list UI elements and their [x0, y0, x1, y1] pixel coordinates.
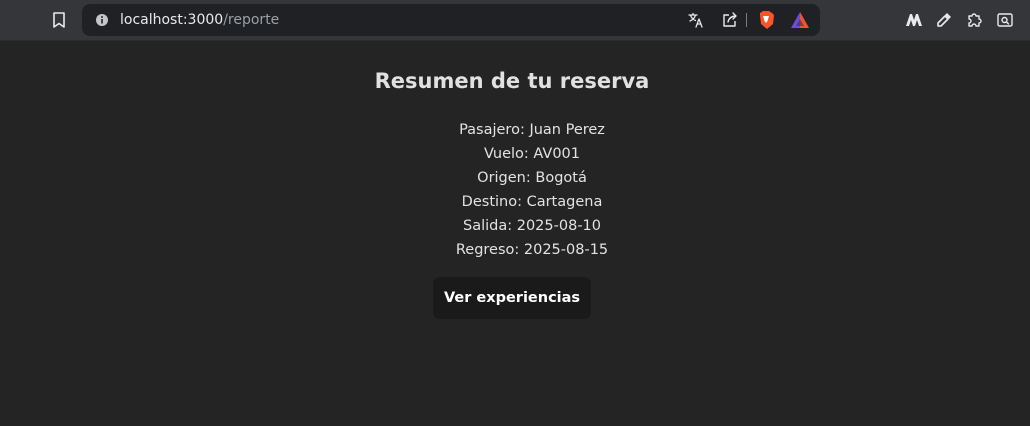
brave-rewards-icon[interactable] — [788, 8, 812, 32]
reservation-details: Pasajero: Juan Perez Vuelo: AV001 Origen… — [0, 118, 1030, 262]
flight-line: Vuelo: AV001 — [483, 146, 581, 162]
extension-m-icon[interactable] — [902, 8, 926, 32]
passenger-line: Pasajero: Juan Perez — [459, 122, 605, 138]
page-title: Resumen de tu reserva — [374, 69, 650, 93]
site-info-icon[interactable] — [90, 8, 114, 32]
url-host: localhost:3000 — [120, 12, 224, 28]
bookmark-icon[interactable] — [47, 8, 71, 32]
see-experiences-button[interactable]: Ver experiencias — [433, 277, 591, 319]
url-path: /reporte — [223, 12, 280, 28]
origin-line: Origen: Bogotá — [477, 170, 587, 186]
extensions-puzzle-icon[interactable] — [963, 8, 987, 32]
screenshot-icon[interactable] — [993, 8, 1017, 32]
destination-line: Destino: Cartagena — [461, 194, 603, 210]
share-icon[interactable] — [718, 8, 742, 32]
url-text[interactable]: localhost:3000/reporte — [120, 12, 279, 28]
return-line: Regreso: 2025-08-15 — [455, 242, 609, 258]
page-content: Resumen de tu reserva Pasajero: Juan Per… — [0, 41, 1030, 426]
color-picker-icon[interactable] — [932, 8, 956, 32]
omnibox-divider — [746, 13, 747, 27]
translate-icon[interactable] — [684, 8, 708, 32]
browser-toolbar: localhost:3000/reporte — [0, 0, 1030, 41]
brave-shields-icon[interactable] — [754, 8, 778, 32]
departure-line: Salida: 2025-08-10 — [463, 218, 601, 234]
address-bar[interactable]: localhost:3000/reporte — [82, 4, 820, 36]
